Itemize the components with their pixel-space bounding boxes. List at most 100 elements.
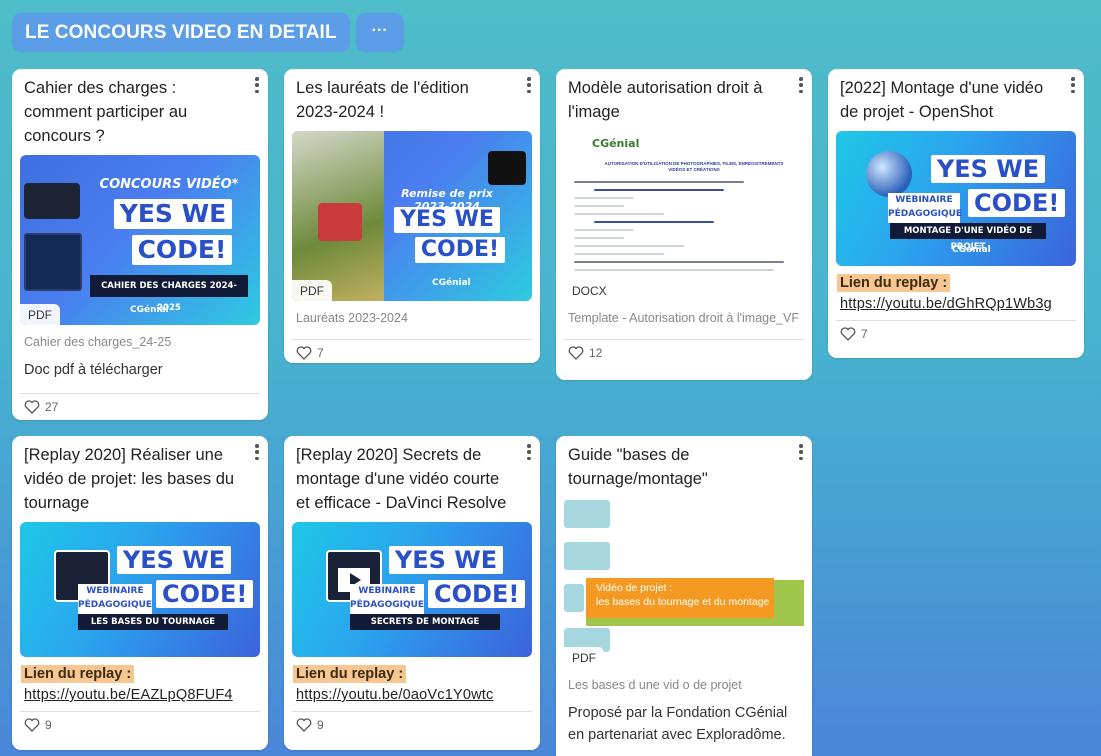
like-count: 12 — [589, 346, 603, 360]
banner-line-2: les bases du tournage et du montage — [596, 596, 770, 608]
attachment-thumbnail[interactable]: Vidéo de projet : les bases du tournage … — [564, 498, 804, 668]
thumb-yes-we: YES WE — [113, 199, 233, 229]
card-title: [Replay 2020] Réaliser une vidéo de proj… — [24, 446, 235, 512]
section-header: LE CONCOURS VIDEO EN DETAIL ··· — [12, 13, 404, 52]
attachment-filename: Lauréats 2023-2024 — [296, 311, 408, 325]
file-type-badge: PDF — [564, 647, 604, 668]
brand-logo: CGénial — [592, 137, 640, 150]
board-image — [488, 151, 526, 185]
thumb-bar: LES BASES DU TOURNAGE — [78, 614, 228, 630]
file-type-badge: PDF — [292, 280, 332, 301]
heart-icon[interactable] — [296, 718, 312, 732]
kebab-menu-icon[interactable] — [798, 444, 804, 460]
card-title: Les lauréats de l'édition 2023-2024 ! — [296, 79, 469, 121]
replay-link[interactable]: https://youtu.be/dGhRQp1Wb3g — [828, 292, 1084, 312]
post-card[interactable]: [Replay 2020] Secrets de montage d'une v… — [284, 436, 540, 750]
clapperboard-icon — [564, 584, 584, 612]
banner-line-1: Vidéo de projet : — [596, 582, 673, 594]
card-title: Guide "bases de tournage/montage" — [568, 446, 708, 488]
attachment-filename: Template - Autorisation droit à l'image_… — [568, 311, 799, 325]
file-type-badge: PDF — [20, 304, 60, 325]
like-count: 7 — [861, 327, 868, 341]
thumb-code: CODE! — [968, 189, 1066, 217]
post-card[interactable]: [Replay 2020] Réaliser une vidéo de proj… — [12, 436, 268, 750]
heart-icon[interactable] — [24, 718, 40, 732]
replay-label: Lien du replay : — [21, 665, 135, 683]
thumb-yes-we: YES WE — [930, 155, 1046, 183]
post-card[interactable]: Guide "bases de tournage/montage" Vidéo … — [556, 436, 812, 756]
attachment-thumbnail[interactable]: YES WE WEBINAIRE PÉDAGOGIQUE CODE! SECRE… — [292, 522, 532, 657]
microbit-image — [318, 203, 362, 241]
like-row[interactable]: 12 — [556, 340, 812, 368]
thumb-bar: CAHIER DES CHARGES 2024-2025 — [90, 275, 248, 313]
thumb-bar: SECRETS DE MONTAGE — [350, 614, 500, 630]
like-row[interactable]: 7 — [828, 321, 1084, 349]
doc-text-lines — [564, 175, 804, 271]
thumb-code: CODE! — [428, 580, 526, 608]
kebab-menu-icon[interactable] — [254, 77, 260, 93]
thumb-yes-we: YES WE — [388, 546, 504, 574]
doc-heading: AUTORISATION D'UTILISATION DE PHOTOGRAPH… — [604, 161, 784, 172]
card-title: [Replay 2020] Secrets de montage d'une v… — [296, 446, 507, 512]
heart-icon[interactable] — [296, 346, 312, 360]
section-more-button[interactable]: ··· — [355, 13, 404, 52]
thumb-yes-we: YES WE — [116, 546, 232, 574]
thumb-code: CODE! — [131, 235, 233, 265]
card-description: Doc pdf à télécharger — [24, 362, 163, 378]
section-title[interactable]: LE CONCOURS VIDEO EN DETAIL — [12, 13, 350, 52]
like-row[interactable]: 27 — [12, 394, 268, 420]
like-row[interactable]: 9 — [12, 712, 268, 740]
openshot-logo-icon — [866, 151, 912, 197]
like-count: 9 — [45, 718, 52, 732]
post-card[interactable]: [2022] Montage d'une vidéo de projet - O… — [828, 69, 1084, 358]
kebab-menu-icon[interactable] — [526, 444, 532, 460]
kebab-menu-icon[interactable] — [798, 77, 804, 93]
thumb-tag: WEBINAIRE PÉDAGOGIQUE — [78, 584, 152, 614]
replay-link[interactable]: https://youtu.be/0aoVc1Y0wtc — [284, 683, 540, 703]
brand-logo: CGénial — [432, 278, 471, 288]
thumb-bar: MONTAGE D'UNE VIDÉO DE PROJET — [890, 223, 1046, 252]
thumb-tag: WEBINAIRE PÉDAGOGIQUE — [888, 193, 962, 223]
attachment-filename: Cahier des charges_24-25 — [24, 335, 172, 349]
like-row[interactable]: 9 — [284, 712, 540, 740]
replay-label: Lien du replay : — [293, 665, 407, 683]
thumb-tag: WEBINAIRE PÉDAGOGIQUE — [350, 584, 424, 614]
kebab-menu-icon[interactable] — [526, 77, 532, 93]
thumb-code: CODE! — [414, 237, 506, 263]
kebab-menu-icon[interactable] — [1070, 77, 1076, 93]
orange-banner: Vidéo de projet : les bases du tournage … — [586, 578, 774, 618]
camera-icon — [564, 542, 610, 570]
replay-label: Lien du replay : — [837, 274, 951, 292]
kit-case-image — [24, 183, 80, 219]
attachment-thumbnail[interactable]: YES WE WEBINAIRE PÉDAGOGIQUE CODE! MONTA… — [836, 131, 1076, 266]
attachment-filename: Les bases d une vid o de projet — [568, 678, 742, 692]
attachment-thumbnail[interactable]: CGénial AUTORISATION D'UTILISATION DE PH… — [564, 131, 804, 301]
thumb-code: CODE! — [156, 580, 254, 608]
attachment-thumbnail[interactable]: Remise de prix 2023-2024 YES WE CODE! CG… — [292, 131, 532, 301]
like-count: 27 — [45, 400, 59, 414]
replay-link[interactable]: https://youtu.be/EAZLpQ8FUF4 — [12, 683, 268, 703]
like-count: 9 — [317, 718, 324, 732]
like-count: 7 — [317, 346, 324, 360]
attachment-thumbnail[interactable]: CONCOURS VIDÉO* YES WE CODE! CAHIER DES … — [20, 155, 260, 325]
post-card[interactable]: Les lauréats de l'édition 2023-2024 ! Re… — [284, 69, 540, 363]
card-title: Cahier des charges : comment participer … — [24, 79, 188, 145]
card-description: Proposé par la Fondation CGénial en part… — [568, 705, 788, 743]
kebab-menu-icon[interactable] — [254, 444, 260, 460]
file-type-badge: DOCX — [564, 280, 615, 301]
thumb-yes-we: YES WE — [394, 207, 500, 233]
heart-icon[interactable] — [24, 400, 40, 414]
post-card[interactable]: Cahier des charges : comment participer … — [12, 69, 268, 420]
thumb-top-text: CONCOURS VIDÉO* — [99, 177, 239, 192]
heart-icon[interactable] — [568, 346, 584, 360]
post-card[interactable]: Modèle autorisation droit à l'image CGén… — [556, 69, 812, 380]
like-row[interactable]: 7 — [284, 340, 540, 363]
card-title: [2022] Montage d'une vidéo de projet - O… — [840, 79, 1044, 121]
kit-components-image — [24, 233, 82, 291]
card-title: Modèle autorisation droit à l'image — [568, 79, 763, 121]
heart-icon[interactable] — [840, 327, 856, 341]
brand-logo: CGénial — [130, 305, 169, 315]
brand-logo: CGénial — [952, 245, 991, 255]
attachment-thumbnail[interactable]: YES WE WEBINAIRE PÉDAGOGIQUE CODE! LES B… — [20, 522, 260, 657]
clapperboard-icon — [564, 500, 610, 528]
